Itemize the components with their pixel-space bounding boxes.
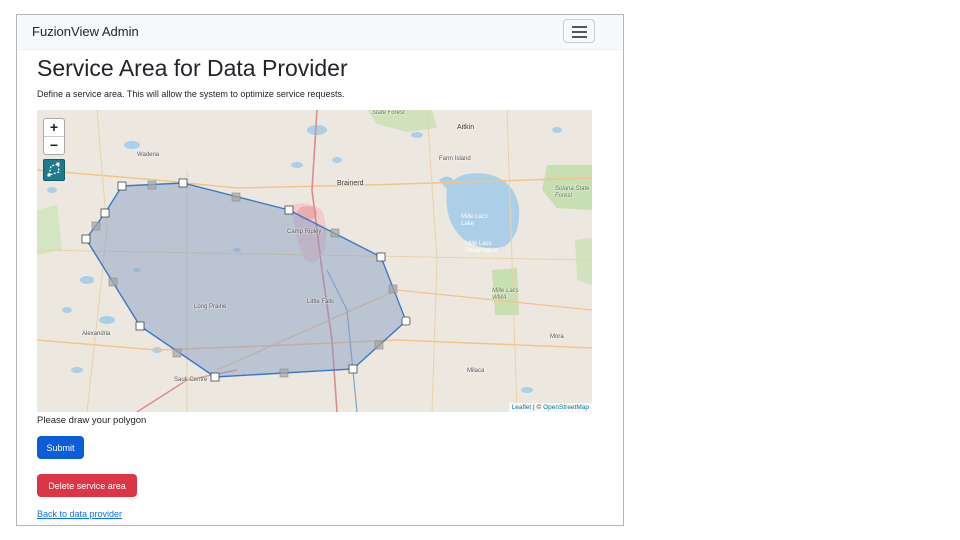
map-label-brainerd: Brainerd [337,180,364,187]
map-label-mille-lacs-reservation: Mille Lacs Reservation [465,241,498,254]
zoom-control: + − [43,118,65,155]
map-label-farm-island: Farm Island [439,156,471,162]
draw-polygon-button[interactable] [43,159,65,181]
map-label-long-prairie: Long Prairie [194,304,227,310]
map-container[interactable]: State Forest Aitkin Wadena Farm Island B… [37,110,592,412]
map-attribution: Leaflet | © OpenStreetMap [508,403,592,412]
map-label-mille-lacs-wma: Mille Lacs WMA [492,288,519,301]
map-label-alexandria: Alexandria [82,331,111,337]
map-label-sauk-centre: Sauk Centre [174,377,208,383]
map-label-mille-lacs-lake: Mille Lacs Lake [461,214,488,227]
map-label-camp-ripley: Camp Ripley [287,229,322,235]
map-label-mora: Mora [550,334,564,340]
osm-link[interactable]: OpenStreetMap [543,404,589,411]
attribution-separator: | © [531,404,544,411]
map-label-state-forest: State Forest [372,110,405,116]
page-title: Service Area for Data Provider [37,55,348,81]
zoom-out-button[interactable]: − [44,137,64,154]
submit-button[interactable]: Submit [37,436,84,459]
delete-service-area-button[interactable]: Delete service area [37,474,137,497]
map-label-little-falls: Little Falls [307,299,335,305]
map-tiles [37,110,592,412]
leaflet-link[interactable]: Leaflet [512,404,532,411]
map-label-solana: Solana State Forest [555,186,590,199]
navbar-brand[interactable]: FuzionView Admin [32,24,139,39]
zoom-in-button[interactable]: + [44,119,64,137]
polygon-draw-icon [47,162,60,177]
app-frame: FuzionView Admin Service Area for Data P… [16,14,624,526]
back-to-data-provider-link[interactable]: Back to data provider [37,509,122,519]
map-label-wadena: Wadena [137,152,160,158]
navbar-toggler-button[interactable] [563,19,595,43]
navbar: FuzionView Admin [17,15,623,50]
page-description: Define a service area. This will allow t… [37,89,345,99]
draw-hint: Please draw your polygon [37,415,147,426]
map-label-aitkin: Aitkin [457,124,475,131]
map-label-milaca: Milaca [467,368,485,374]
